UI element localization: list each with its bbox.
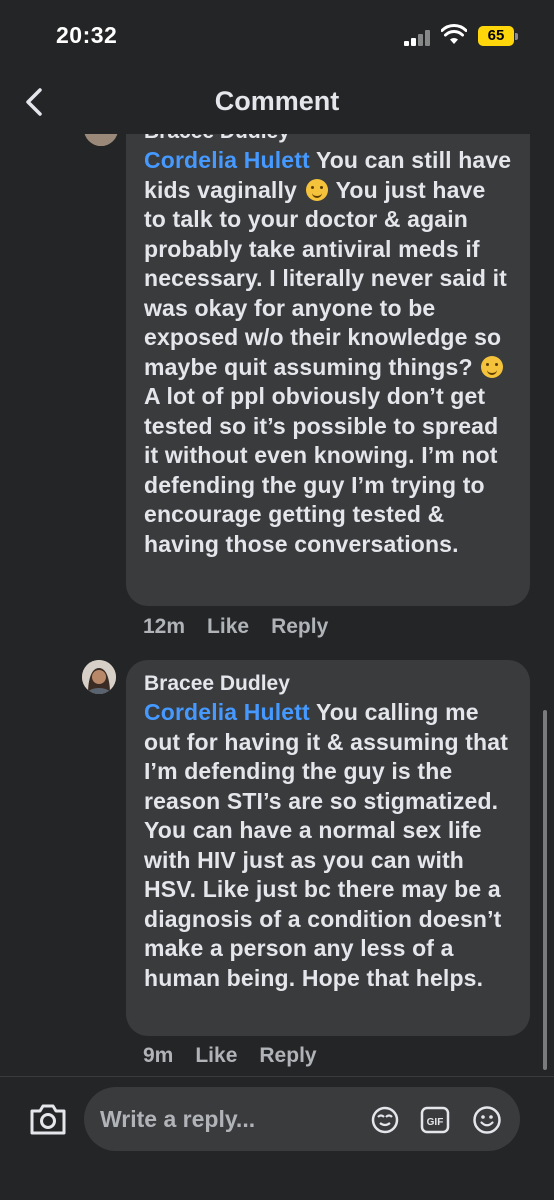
page-title: Comment [214, 86, 340, 116]
comment-thread: Bracee Dudley Cordelia Hulett You can st… [0, 134, 554, 1076]
comment-text-part: You just have to talk to your doctor & a… [144, 176, 507, 380]
comment-text-part: You calling me out for having it & assum… [144, 699, 509, 991]
smiling-emoji-icon [481, 355, 504, 378]
svg-text:GIF: GIF [427, 1117, 444, 1128]
comment-actions: 12m Like Reply [143, 615, 350, 639]
comment-text-part: A lot of ppl obviously don’t get tested … [144, 383, 499, 557]
mention-link[interactable]: Cordelia Hulett [144, 699, 310, 725]
reply-button[interactable]: Reply [259, 1044, 316, 1067]
battery-indicator: 65 [478, 26, 518, 46]
reply-composer: GIF [0, 1076, 554, 1200]
wifi-icon [441, 24, 467, 44]
comment-text: Cordelia Hulett You calling me out for h… [144, 698, 512, 993]
laughing-emoji-icon [305, 178, 328, 201]
comment-timestamp: 9m [143, 1044, 174, 1067]
status-bar: 20:32 65 [0, 0, 554, 70]
reply-input[interactable] [100, 1087, 360, 1151]
avatar[interactable] [84, 134, 118, 146]
header: Comment [0, 72, 554, 134]
comment-timestamp: 12m [143, 615, 186, 638]
emoji-icon[interactable] [472, 1105, 502, 1135]
comment-author[interactable]: Bracee Dudley [144, 134, 512, 146]
reply-button[interactable]: Reply [271, 615, 328, 638]
reply-box: GIF [84, 1087, 520, 1151]
avatar-sticker-icon[interactable] [370, 1105, 400, 1135]
comment-author[interactable]: Bracee Dudley [144, 670, 512, 698]
cellular-signal-icon [404, 30, 432, 46]
avatar[interactable] [82, 660, 116, 694]
mention-link[interactable]: Cordelia Hulett [144, 147, 310, 173]
scrollbar[interactable] [543, 710, 547, 1070]
comment-text: Cordelia Hulett You can still have kids … [144, 146, 512, 559]
comment-actions: 9m Like Reply [143, 1044, 339, 1068]
gif-icon[interactable]: GIF [420, 1105, 450, 1135]
comment-bubble: Bracee Dudley Cordelia Hulett You callin… [126, 660, 530, 1036]
like-button[interactable]: Like [207, 615, 249, 638]
camera-icon[interactable] [28, 1101, 68, 1137]
comment-bubble: Bracee Dudley Cordelia Hulett You can st… [126, 134, 530, 606]
like-button[interactable]: Like [195, 1044, 237, 1067]
status-time: 20:32 [56, 22, 118, 48]
